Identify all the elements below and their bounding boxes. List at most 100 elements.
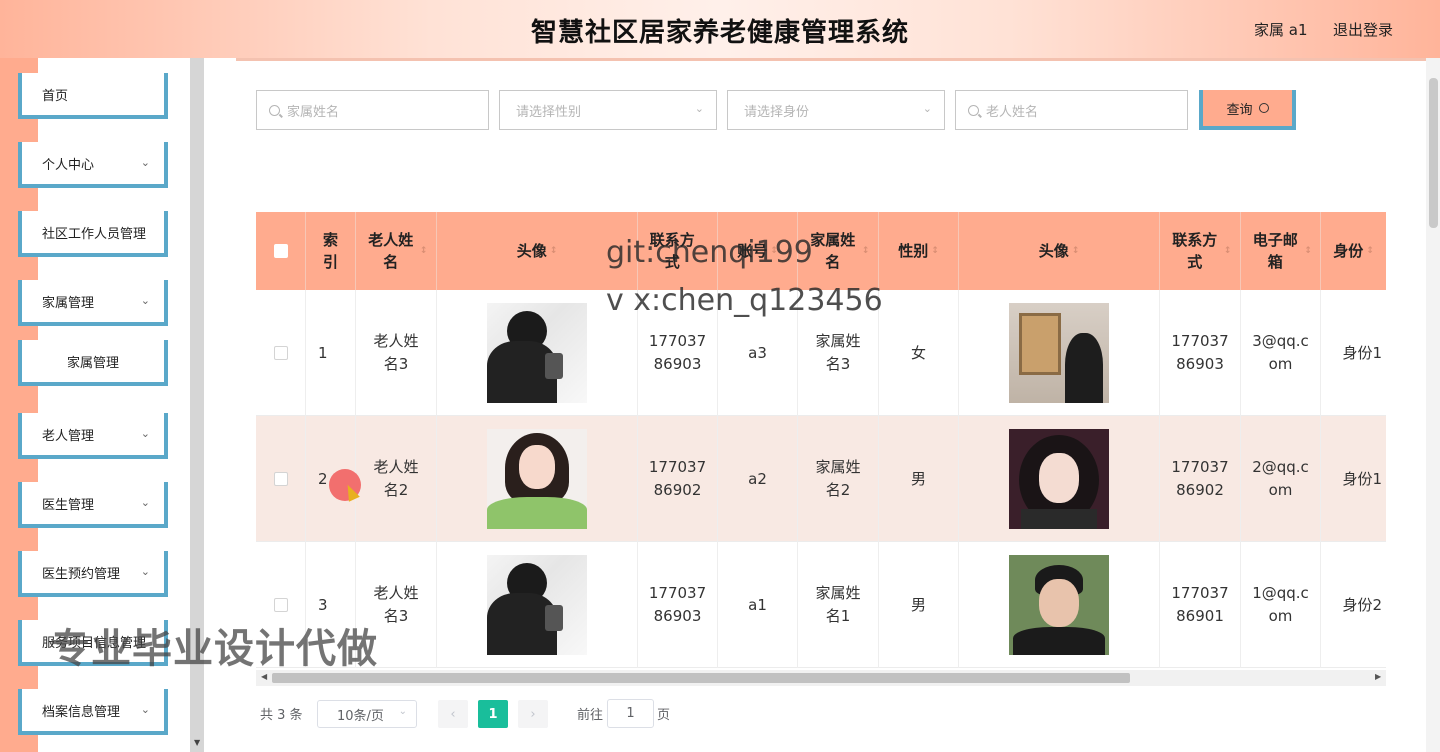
sidebar-item-archive-info[interactable]: 档案信息管理 ⌄ <box>18 689 168 735</box>
family-name-text: 家属姓名3 <box>815 332 861 373</box>
elder-phone-text: 17703786902 <box>648 458 707 499</box>
placeholder-text: 老人姓名 <box>986 104 1039 120</box>
identity-cell: 身份1 <box>1342 469 1382 488</box>
column-header-label: 头像 <box>1038 242 1069 260</box>
sort-icon[interactable]: ↕ <box>1072 240 1080 262</box>
table-scrollbar-thumb[interactable] <box>272 673 1130 683</box>
column-header: 索引 <box>306 212 356 290</box>
chevron-right-icon: › <box>530 706 536 722</box>
sidebar-item-label: 档案信息管理 <box>42 704 121 720</box>
sidebar-item-label: 家属管理 <box>42 295 95 311</box>
sidebar-item-doctor-appointment[interactable]: 医生预约管理 ⌄ <box>18 551 168 597</box>
current-user: 家属 a1 <box>1254 21 1308 39</box>
elder-avatar-image <box>487 555 587 655</box>
sort-icon[interactable]: ↕ <box>1224 240 1232 262</box>
query-button[interactable]: 查询 <box>1199 90 1296 130</box>
sidebar-item-home[interactable]: 首页 <box>18 73 168 119</box>
sidebar-item-personal-center[interactable]: 个人中心 ⌄ <box>18 142 168 188</box>
table-row[interactable]: 3 老人姓名3 17703786903 a1 家属姓名1 男 177037869… <box>256 542 1386 668</box>
sidebar-item-label: 医生预约管理 <box>42 566 121 582</box>
sort-icon[interactable]: ↕ <box>1366 240 1374 262</box>
search-icon <box>1258 103 1269 113</box>
row-checkbox[interactable] <box>273 472 288 486</box>
account-cell: a2 <box>718 416 798 542</box>
chevron-down-icon: ⌄ <box>398 706 407 717</box>
chevron-down-icon: ⌄ <box>140 427 150 440</box>
select-all-checkbox[interactable] <box>273 244 288 258</box>
family-phone-text: 17703786902 <box>1171 458 1229 499</box>
elder-name-search-input[interactable]: 老人姓名 <box>955 90 1188 130</box>
sidebar-item-label: 社区工作人员管理 <box>42 226 147 242</box>
promo-banner-text: 专业毕业设计代做 <box>50 626 378 672</box>
page-suffix-label: 页 <box>657 708 671 723</box>
sidebar-item-label: 个人中心 <box>42 157 95 173</box>
sidebar-item-doctor-management[interactable]: 医生管理 ⌄ <box>18 482 168 528</box>
family-name-text: 家属姓名2 <box>815 458 861 499</box>
scroll-right-arrow-icon[interactable]: ▶ <box>1375 672 1381 681</box>
page-scrollbar-thumb[interactable] <box>1429 78 1438 228</box>
select-all-cell <box>256 212 306 290</box>
next-page-button[interactable]: › <box>518 700 548 728</box>
index-cell: 1 <box>306 290 356 416</box>
family-avatar-cell <box>959 542 1160 668</box>
column-header[interactable]: 电子邮箱 ↕ <box>1241 212 1321 290</box>
page-number-button[interactable]: 1 <box>478 700 508 728</box>
gender-cell: 男 <box>879 542 959 668</box>
logout-button[interactable]: 退出登录 <box>1333 19 1393 40</box>
sidebar-subitem-family-management[interactable]: 家属管理 <box>18 340 168 386</box>
divider <box>236 58 1426 61</box>
column-header[interactable]: 联系方式 ↕ <box>1160 212 1241 290</box>
table-row[interactable]: 2 老人姓名2 17703786902 a2 家属姓名2 男 177037869… <box>256 416 1386 542</box>
elder-phone-text: 17703786903 <box>648 584 707 625</box>
placeholder-text: 家属姓名 <box>287 104 340 120</box>
family-name-cell: 家属姓名2 <box>798 416 879 542</box>
sidebar-item-elder-management[interactable]: 老人管理 ⌄ <box>18 413 168 459</box>
column-header-label: 电子邮箱 <box>1252 231 1298 271</box>
gender-cell: 男 <box>879 416 959 542</box>
elder-name-cell: 老人姓名2 <box>356 416 437 542</box>
elder-phone-cell: 17703786902 <box>638 416 718 542</box>
email-cell: 3@qq.com <box>1241 290 1321 416</box>
sort-icon[interactable]: ↕ <box>862 240 870 262</box>
chevron-down-icon: ⌄ <box>140 496 150 509</box>
column-header[interactable]: 身份 ↕ <box>1321 212 1386 290</box>
sort-icon[interactable]: ↕ <box>420 240 428 262</box>
family-avatar-image <box>1009 429 1109 529</box>
account-cell: a1 <box>718 542 798 668</box>
goto-label: 前往 <box>577 708 604 723</box>
family-name-text: 家属姓名1 <box>815 584 861 625</box>
sort-icon[interactable]: ↕ <box>550 240 558 262</box>
column-header[interactable]: 性别 ↕ <box>879 212 959 290</box>
family-name-cell: 家属姓名1 <box>798 542 879 668</box>
prev-page-button[interactable]: ‹ <box>438 700 468 728</box>
page-size-select[interactable]: 10条/页 ⌄ <box>317 700 417 728</box>
sidebar-item-community-staff[interactable]: 社区工作人员管理 <box>18 211 168 257</box>
email-text: 3@qq.com <box>1252 332 1309 373</box>
query-button-label: 查询 <box>1226 102 1253 118</box>
search-icon <box>269 104 280 116</box>
sort-icon[interactable]: ↕ <box>1304 240 1312 262</box>
goto-page-input[interactable]: 1 <box>607 699 654 728</box>
email-cell: 1@qq.com <box>1241 542 1321 668</box>
elder-avatar-cell <box>437 542 638 668</box>
chevron-down-icon: ⌄ <box>140 565 150 578</box>
column-header[interactable]: 老人姓名 ↕ <box>356 212 437 290</box>
row-checkbox[interactable] <box>273 598 288 612</box>
gender-select[interactable]: 请选择性别 ⌄ <box>499 90 717 130</box>
sort-icon[interactable]: ↕ <box>931 240 939 262</box>
watermark-text: git:chenqi199 <box>606 235 813 270</box>
email-text: 1@qq.com <box>1252 584 1309 625</box>
chevron-down-icon: ⌄ <box>140 156 150 169</box>
family-name-search-input[interactable]: 家属姓名 <box>256 90 489 130</box>
chevron-down-icon: ⌄ <box>140 294 150 307</box>
family-phone-text: 17703786901 <box>1171 584 1229 625</box>
column-header-label: 索引 <box>322 231 338 271</box>
sidebar-item-family-management[interactable]: 家属管理 ⌄ <box>18 280 168 326</box>
identity-select[interactable]: 请选择身份 ⌄ <box>727 90 945 130</box>
table-header: 索引 老人姓名 ↕ 头像 ↕ 联系方式 ↕ 账号 ↕ 家属姓名 ↕ 性别 ↕ 头像 ↕ 联系方… <box>256 212 1386 290</box>
row-checkbox[interactable] <box>273 346 288 360</box>
scroll-down-arrow-icon[interactable]: ▼ <box>194 738 200 747</box>
elder-avatar-image <box>487 303 587 403</box>
elder-avatar-image <box>487 429 587 529</box>
column-header[interactable]: 头像 ↕ <box>959 212 1160 290</box>
